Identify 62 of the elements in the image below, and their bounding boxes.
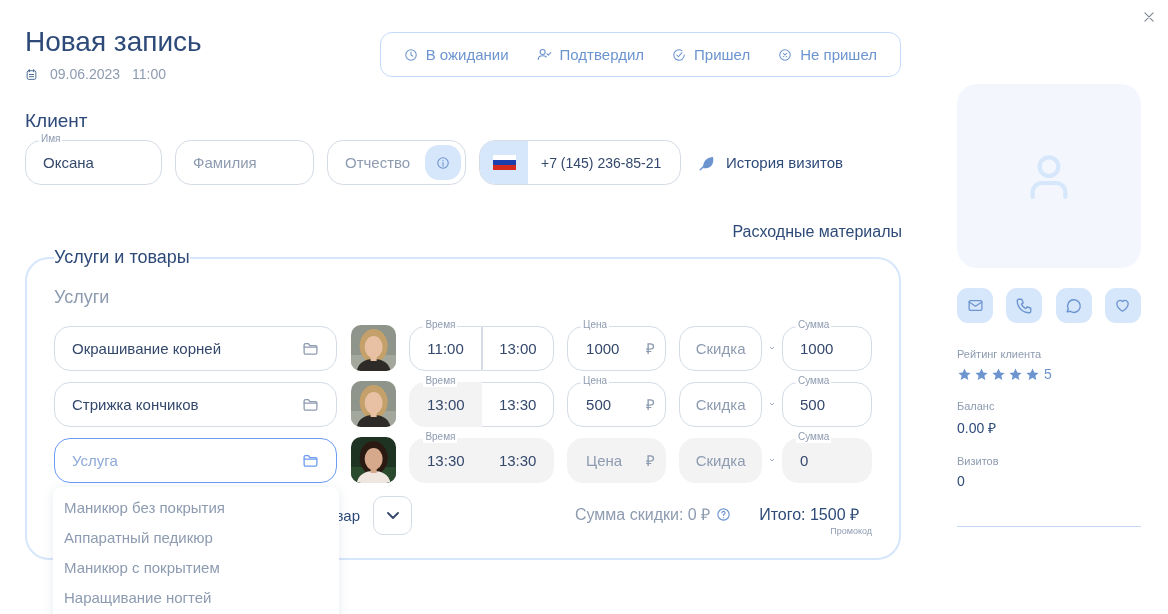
star-icon [1008,366,1023,382]
favorite-button[interactable] [1105,288,1141,323]
chevron-down-icon [386,512,399,519]
rating-value: 5 [1044,366,1052,382]
currency-sign: ₽ [646,339,656,358]
history-link[interactable]: История визитов [698,153,843,172]
rating-label: Рейтинг клиента [957,348,1043,360]
heart-icon [1114,297,1132,314]
phone-icon [1015,296,1034,315]
clock-icon [403,47,418,62]
info-button[interactable] [425,145,461,180]
field-label: Цена [581,374,610,387]
service-field[interactable]: Стрижка кончиков [54,381,338,427]
calendar-icon [25,67,38,81]
visits-label: Визитов [957,455,1000,467]
chat-button[interactable] [1055,288,1092,323]
chat-icon [1064,296,1084,315]
field-label: Время [423,374,458,387]
balance-label: Баланс [957,400,996,412]
visits-value: 0 [957,473,966,489]
section-heading: Клиент [25,110,89,132]
service-field[interactable]: Окрашивание корней [54,325,338,371]
field-label: Сумма [796,318,832,331]
separator-icon [769,457,775,463]
close-icon [1142,10,1156,24]
help-icon [716,506,732,522]
expand-button[interactable] [373,496,412,535]
field-label: Цена [581,318,610,331]
close-button[interactable] [1142,10,1156,24]
separator-icon [769,401,775,407]
currency-sign: ₽ [646,395,656,414]
mail-button[interactable] [957,288,993,323]
page-title: Новая запись [25,26,202,58]
total-amount: Итого: 1500 ₽ [759,505,859,525]
currency-sign: ₽ [646,451,656,470]
field-label: Сумма [796,374,832,387]
discount-total: Сумма скидки: 0 ₽ [574,505,711,525]
star-icon [957,366,972,382]
x-circle-icon [778,47,793,62]
field-label: Время [423,318,458,331]
panel-title: Услуги и товары [54,247,190,268]
check-circle-icon [672,47,687,62]
appointment-time: 11:00 [132,66,167,82]
info-icon [436,155,450,170]
star-icon [1025,366,1040,382]
person-check-icon [536,47,552,62]
phone-button[interactable] [1006,288,1043,323]
subsection-title: Услуги [54,287,111,308]
time-field[interactable]: 13:30 [482,381,555,427]
star-icon [991,366,1006,382]
appointment-date: 09.06.2023 [50,66,121,82]
flag-icon [492,155,516,170]
field-label: Имя [39,133,63,145]
star-icon [974,366,989,382]
phone-field[interactable]: +7 (145) 236-85-21 [479,140,681,185]
mail-icon [966,297,984,314]
consumables-link[interactable]: Расходные материалы [25,223,902,241]
field-label: Время [423,430,458,443]
separator-icon [769,345,775,351]
time-field[interactable]: 13:00 [481,325,555,371]
field-label: Сумма [796,430,832,443]
balance-value: 0.00 ₽ [957,419,998,437]
